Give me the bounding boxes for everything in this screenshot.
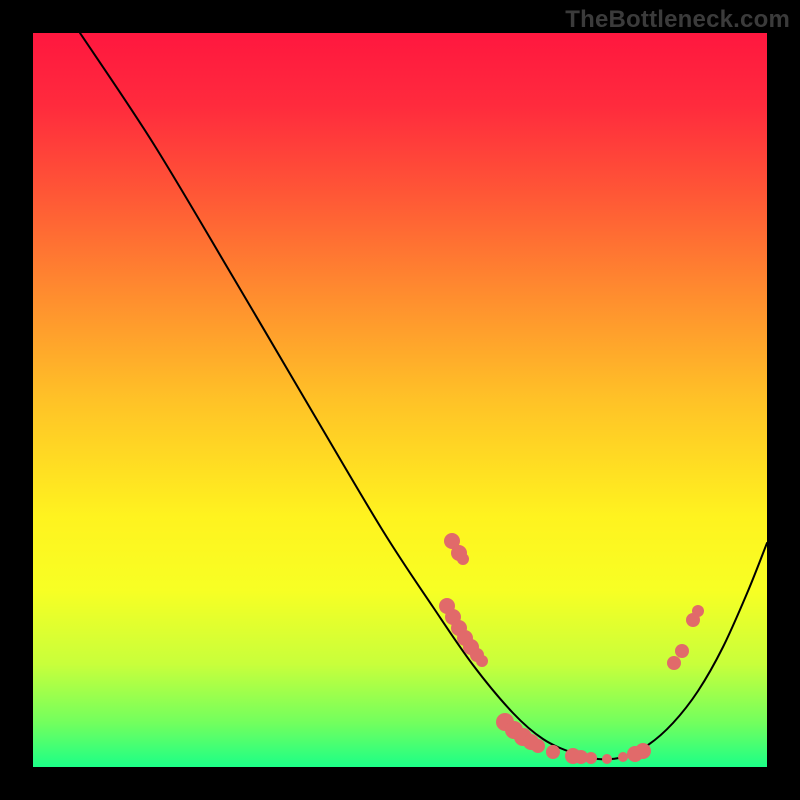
curve-marker xyxy=(635,743,651,759)
curve-marker xyxy=(546,745,560,759)
curve-marker xyxy=(602,754,612,764)
watermark-text: TheBottleneck.com xyxy=(565,6,790,34)
curve-marker xyxy=(457,553,469,565)
curve-marker xyxy=(618,752,628,762)
curve-marker xyxy=(675,644,689,658)
curve-marker xyxy=(585,752,597,764)
plot-area xyxy=(33,33,767,767)
curve-marker xyxy=(531,739,545,753)
curve-marker xyxy=(667,656,681,670)
bottleneck-svg xyxy=(33,33,767,767)
curve-marker xyxy=(692,605,704,617)
marker-group xyxy=(439,533,704,764)
curve-marker xyxy=(476,655,488,667)
bottleneck-curve-path xyxy=(80,33,767,759)
